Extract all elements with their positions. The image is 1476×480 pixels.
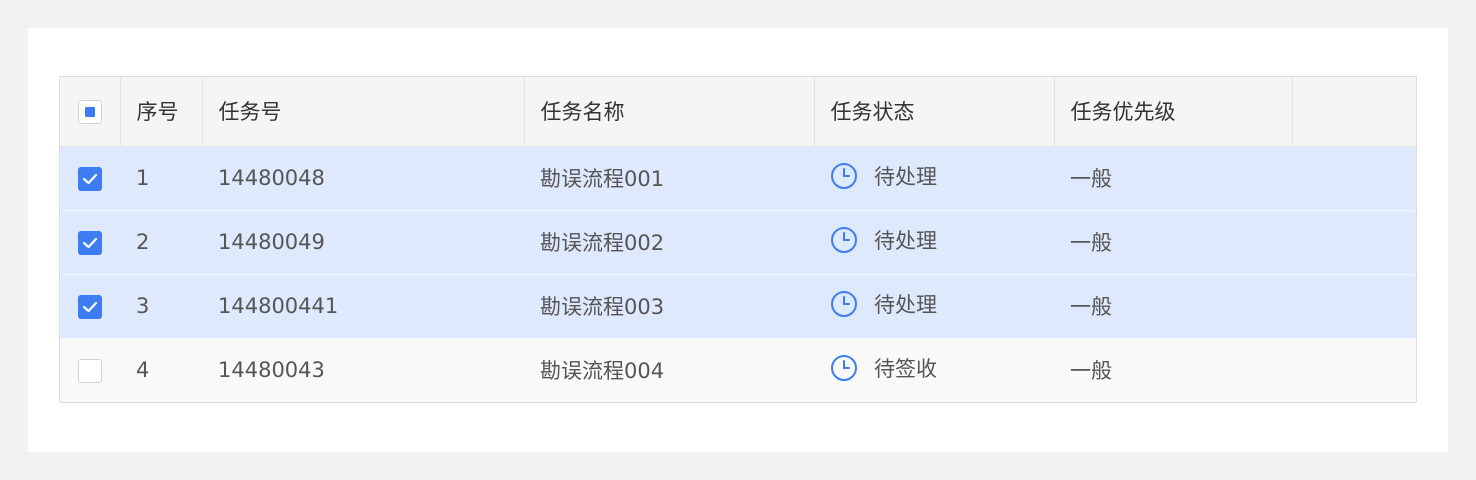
select-all-checkbox[interactable] [77, 99, 102, 124]
cell-task-no: 14480043 [202, 338, 524, 402]
status-text: 待签收 [874, 357, 937, 382]
cell-task-no: 14480049 [202, 210, 524, 275]
cell-status: 待处理 [814, 210, 1054, 275]
header-task-name[interactable]: 任务名称 [524, 77, 815, 147]
cell-status: 待处理 [814, 146, 1054, 211]
select-all-cell [60, 77, 121, 147]
table-row[interactable]: 1 14480048 勘误流程001 待处理 一般 [60, 146, 1416, 211]
header-task-priority[interactable]: 任务优先级 [1054, 77, 1293, 147]
cell-index: 3 [120, 274, 202, 339]
cell-status: 待处理 [814, 274, 1054, 339]
row-check-cell [60, 274, 120, 339]
table-row[interactable]: 4 14480043 勘误流程004 待签收 一般 [60, 338, 1416, 402]
table-row[interactable]: 2 14480049 勘误流程002 待处理 一般 [60, 210, 1416, 275]
cell-extra [1292, 338, 1416, 402]
status-text: 待处理 [874, 165, 937, 189]
cell-index: 2 [120, 210, 202, 275]
cell-extra [1292, 146, 1416, 211]
cell-index: 1 [120, 146, 202, 211]
cell-priority: 一般 [1054, 146, 1292, 211]
clock-icon [831, 227, 857, 253]
cell-priority: 一般 [1054, 210, 1292, 275]
check-icon [82, 237, 98, 248]
row-check-cell [60, 146, 120, 211]
header-extra [1292, 77, 1416, 147]
content-panel: 序号 任务号 任务名称 任务状态 任务优先级 1 14480048 勘误流程00… [28, 28, 1448, 452]
cell-task-name: 勘误流程004 [524, 338, 814, 402]
header-task-no[interactable]: 任务号 [202, 77, 525, 147]
clock-icon [831, 291, 857, 317]
clock-icon [831, 355, 857, 382]
cell-task-name: 勘误流程003 [524, 274, 814, 339]
cell-priority: 一般 [1054, 274, 1292, 339]
check-icon [82, 173, 98, 184]
cell-extra [1292, 274, 1416, 339]
clock-icon [831, 163, 857, 189]
row-checkbox[interactable] [78, 166, 102, 191]
table-header-row: 序号 任务号 任务名称 任务状态 任务优先级 [60, 77, 1416, 147]
cell-task-name: 勘误流程002 [524, 210, 814, 275]
row-check-cell [60, 338, 120, 402]
header-index[interactable]: 序号 [120, 77, 203, 147]
cell-priority: 一般 [1054, 338, 1292, 402]
status-text: 待处理 [874, 293, 937, 317]
row-checkbox[interactable] [78, 294, 102, 319]
cell-task-no: 14480048 [202, 146, 524, 211]
row-checkbox[interactable] [78, 230, 102, 255]
cell-task-no: 144800441 [202, 274, 524, 339]
cell-extra [1292, 210, 1416, 275]
row-checkbox[interactable] [78, 358, 102, 383]
header-task-status[interactable]: 任务状态 [814, 77, 1055, 147]
cell-index: 4 [120, 338, 202, 402]
table-row[interactable]: 3 144800441 勘误流程003 待处理 一般 [60, 274, 1416, 339]
status-text: 待处理 [874, 229, 937, 253]
task-table: 序号 任务号 任务名称 任务状态 任务优先级 1 14480048 勘误流程00… [59, 76, 1417, 403]
cell-status: 待签收 [814, 338, 1054, 402]
row-check-cell [60, 210, 120, 275]
check-icon [82, 301, 98, 312]
cell-task-name: 勘误流程001 [524, 146, 814, 211]
